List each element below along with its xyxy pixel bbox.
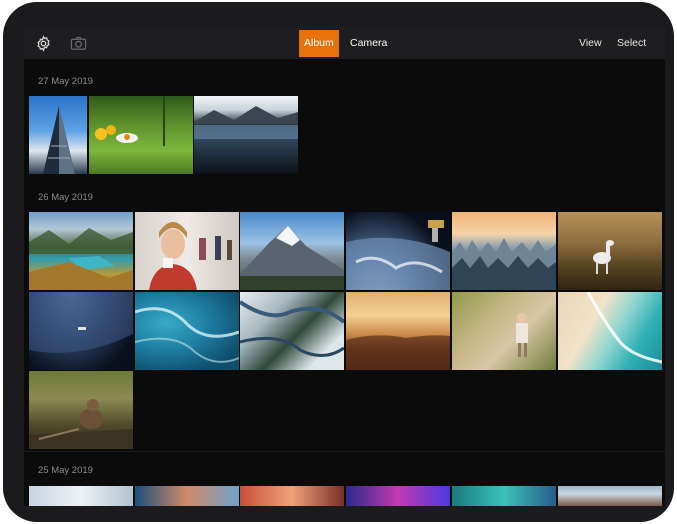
view-button[interactable]: View bbox=[579, 37, 602, 49]
photo-app-screen: Album Camera View Select 27 May 2019 26 … bbox=[24, 27, 665, 506]
beach-shape bbox=[586, 291, 663, 364]
camera-icon[interactable] bbox=[69, 34, 87, 52]
photo-thumbnail[interactable] bbox=[558, 212, 662, 290]
photo-thumbnail[interactable] bbox=[194, 96, 298, 174]
photo-thumbnail[interactable] bbox=[135, 486, 239, 506]
mountain-lake-shape bbox=[194, 106, 298, 139]
tab-camera[interactable]: Camera bbox=[345, 30, 392, 57]
photo-thumbnail[interactable] bbox=[29, 212, 133, 290]
valley-shape bbox=[29, 228, 133, 290]
forest-shape bbox=[452, 238, 556, 290]
photo-thumbnail[interactable] bbox=[89, 96, 193, 174]
flowers-shape bbox=[95, 96, 165, 146]
animal-shape bbox=[29, 399, 133, 449]
section-date: 26 May 2019 bbox=[38, 192, 93, 203]
photo-thumbnail[interactable] bbox=[558, 291, 663, 370]
earth-station-shape bbox=[346, 220, 450, 290]
tab-album[interactable]: Album bbox=[299, 30, 339, 57]
portrait-shape bbox=[149, 222, 232, 290]
earth-curve-shape bbox=[29, 292, 133, 353]
photo-thumbnail[interactable] bbox=[346, 292, 450, 370]
photo-thumbnail[interactable] bbox=[346, 212, 450, 290]
photo-thumbnail[interactable] bbox=[346, 486, 450, 506]
river-shape bbox=[238, 300, 346, 357]
gear-icon[interactable] bbox=[34, 34, 52, 52]
tablet-frame: Album Camera View Select 27 May 2019 26 … bbox=[3, 2, 674, 522]
photo-thumbnail[interactable] bbox=[240, 486, 344, 506]
wave-shape bbox=[134, 307, 240, 363]
photo-thumbnail[interactable] bbox=[240, 212, 344, 290]
building-shape bbox=[43, 106, 75, 174]
hiker-shape bbox=[516, 313, 528, 357]
photo-thumbnail[interactable] bbox=[452, 292, 556, 370]
top-toolbar: Album Camera View Select bbox=[24, 27, 665, 59]
section-date: 25 May 2019 bbox=[38, 465, 93, 476]
photo-thumbnail[interactable] bbox=[134, 292, 240, 370]
photo-thumbnail[interactable] bbox=[29, 486, 133, 506]
horse-shape bbox=[593, 240, 614, 274]
photo-thumbnail[interactable] bbox=[452, 486, 556, 506]
select-button[interactable]: Select bbox=[617, 37, 646, 49]
section-divider bbox=[24, 451, 665, 452]
photo-thumbnail[interactable] bbox=[558, 486, 662, 506]
photo-thumbnail[interactable] bbox=[452, 212, 556, 290]
photo-thumbnail[interactable] bbox=[135, 212, 239, 290]
photo-thumbnail[interactable] bbox=[29, 96, 87, 174]
photo-thumbnail[interactable] bbox=[238, 292, 346, 370]
photo-thumbnail[interactable] bbox=[29, 292, 133, 370]
peak-shape bbox=[240, 226, 344, 290]
photo-thumbnail[interactable] bbox=[29, 371, 133, 449]
dunes-shape bbox=[346, 335, 450, 370]
section-date: 27 May 2019 bbox=[38, 76, 93, 87]
